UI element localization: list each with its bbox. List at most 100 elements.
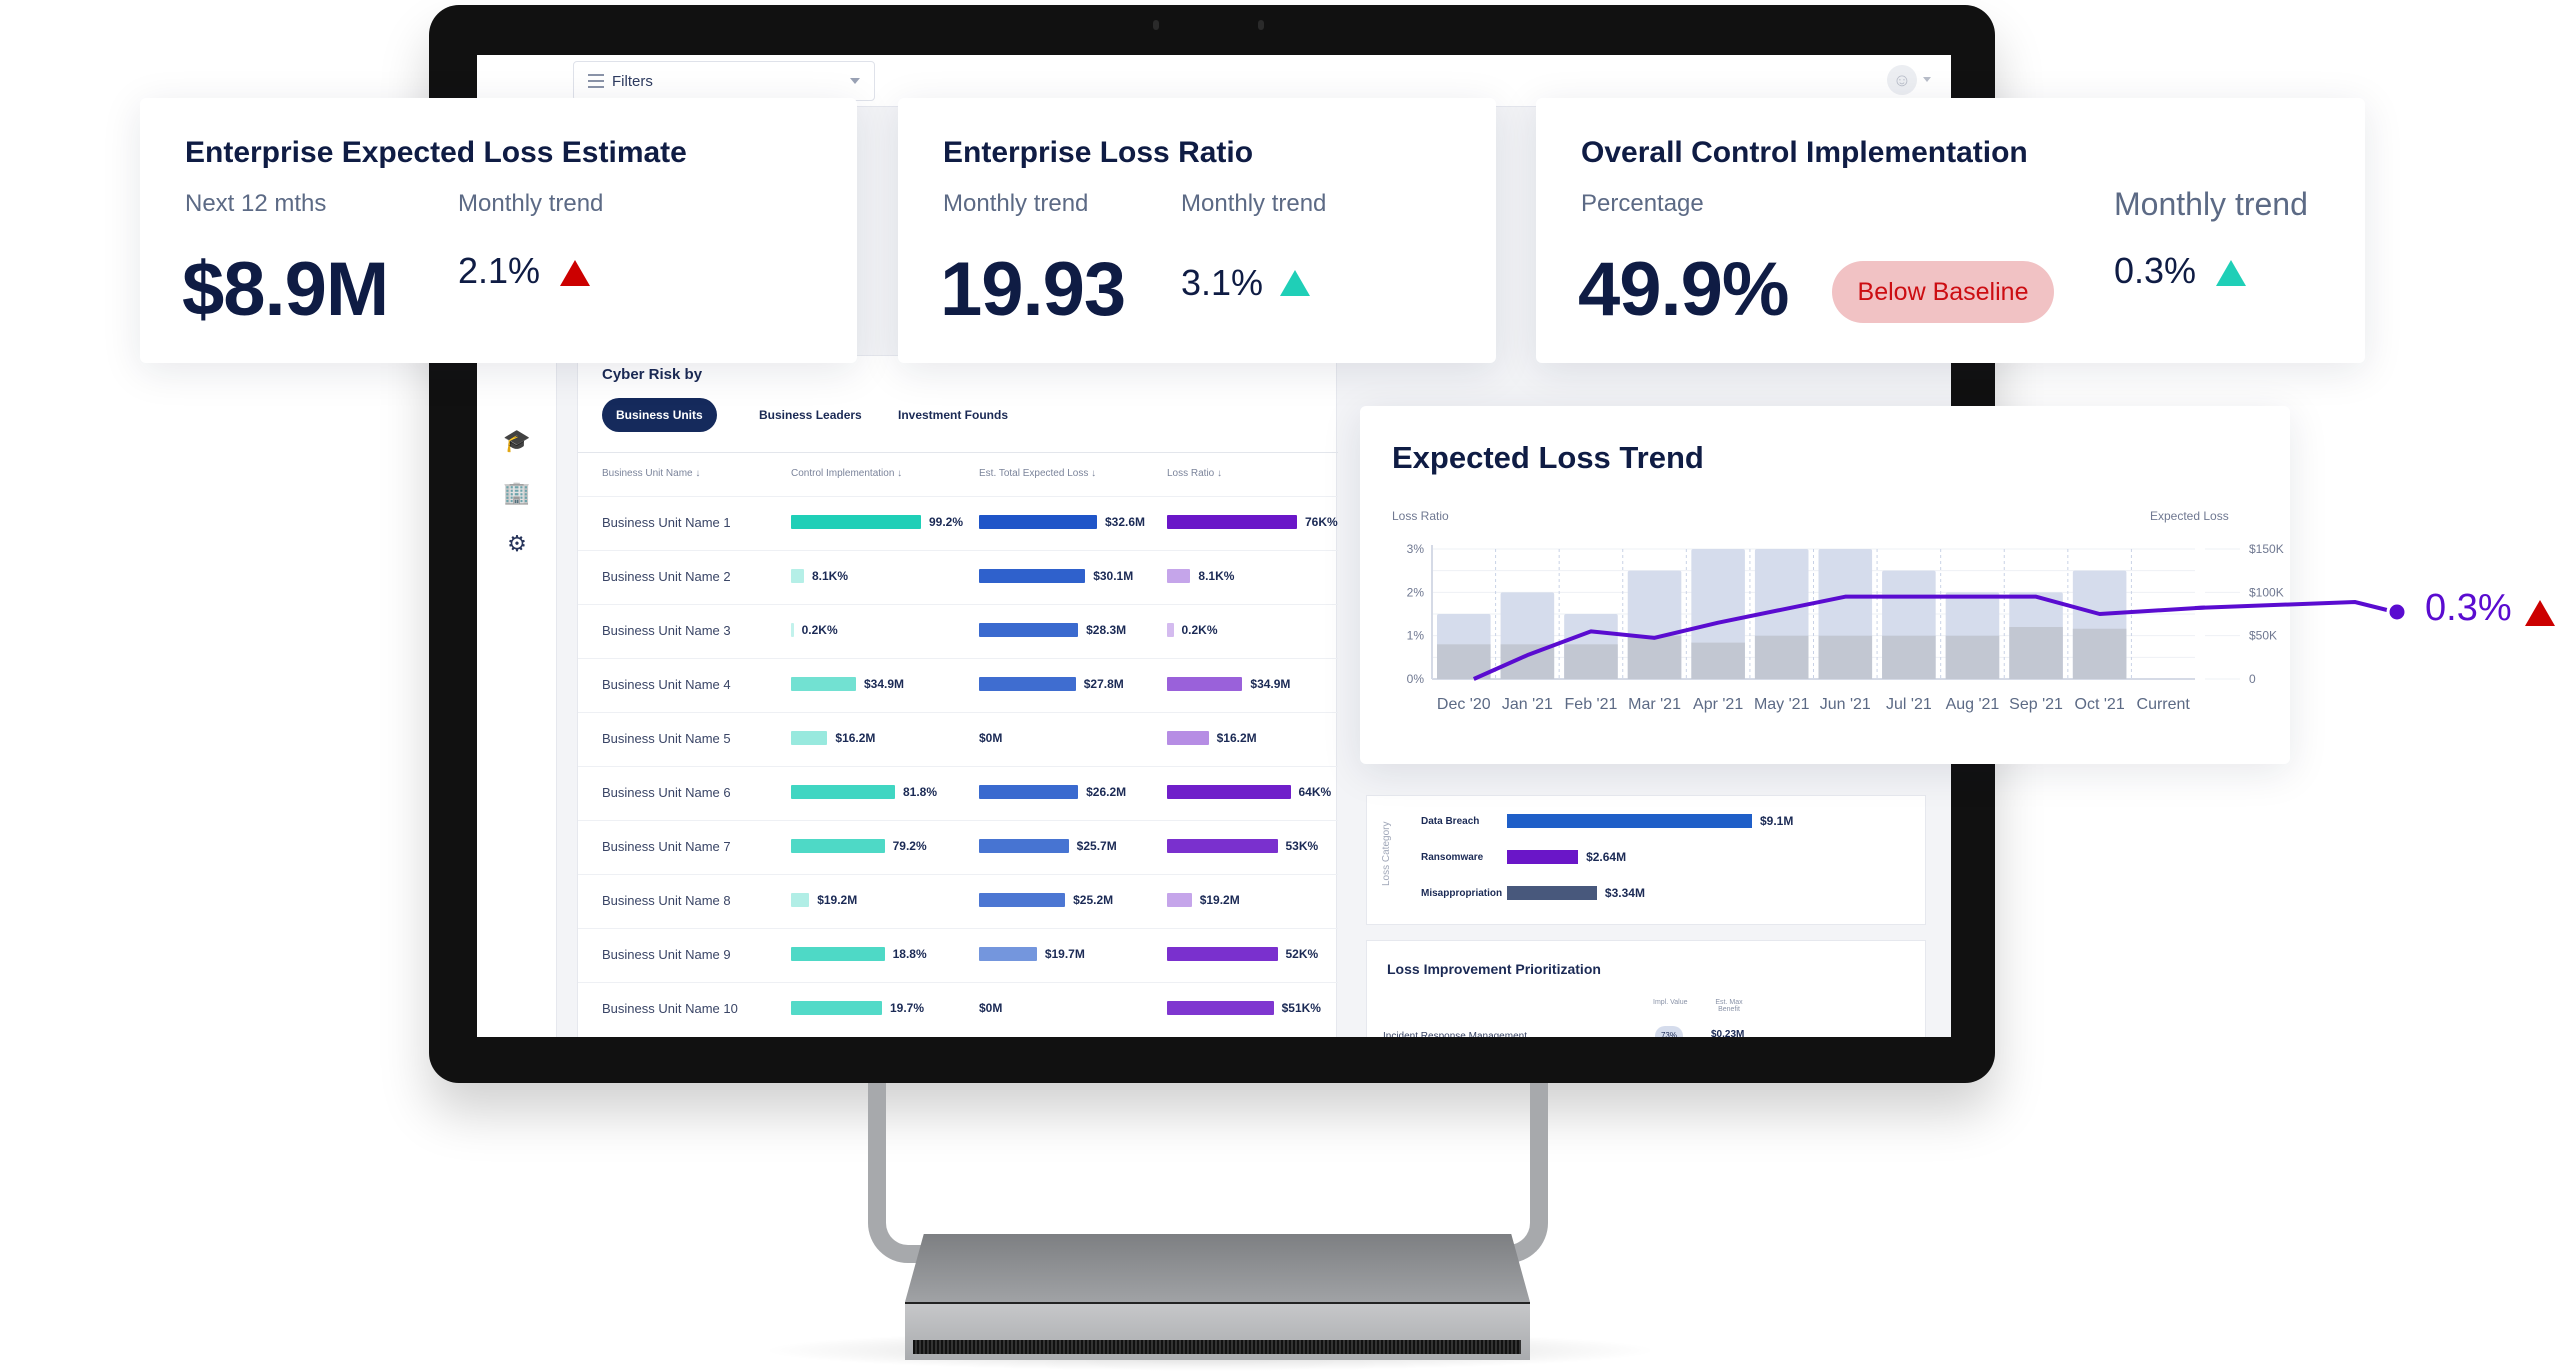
kpi-title: Enterprise Loss Ratio xyxy=(943,136,1254,169)
kpi-subtitle: Next 12 mths xyxy=(185,190,327,217)
loss-improvement-title: Loss Improvement Prioritization xyxy=(1387,961,1601,977)
y-tick-label: 2% xyxy=(1407,585,1425,599)
tab-business-units[interactable]: Business Units xyxy=(602,398,717,432)
loss-bar xyxy=(979,623,1079,637)
column-header-control-implementation[interactable]: Control Implementation ↓ xyxy=(791,468,902,479)
lip-row-name: Incident Response Management xyxy=(1383,1031,1527,1037)
ratio-bar xyxy=(1167,947,1278,961)
control-bar xyxy=(791,677,856,691)
user-settings-icon[interactable]: ⚙ xyxy=(503,530,531,558)
control-value: $34.9M xyxy=(864,677,905,691)
ratio-value: 52K% xyxy=(1285,947,1319,961)
column-header-loss-ratio[interactable]: Loss Ratio ↓ xyxy=(1167,468,1222,479)
loss-value: $0M xyxy=(979,731,1003,745)
loss-category-bar xyxy=(1507,814,1752,828)
expected-loss-base-bar xyxy=(1564,644,1618,679)
column-header-expected-loss[interactable]: Est. Total Expected Loss ↓ xyxy=(979,468,1096,479)
control-value: 19.7% xyxy=(890,1001,925,1015)
ratio-bar xyxy=(1167,1001,1274,1015)
expected-loss-base-bar xyxy=(1882,635,1936,679)
user-avatar[interactable]: ☺ xyxy=(1887,65,1917,95)
kpi-title: Enterprise Expected Loss Estimate xyxy=(185,136,687,169)
x-tick-label: Oct '21 xyxy=(2075,696,2125,713)
graduation-cap-icon[interactable]: 🎓 xyxy=(503,427,531,455)
x-tick-label: Jun '21 xyxy=(1820,696,1871,713)
table-row[interactable]: Business Unit Name 8 $19.2M $25.2M $19.2M xyxy=(578,874,1338,928)
control-value: 8.1K% xyxy=(812,569,849,583)
ratio-value: $34.9M xyxy=(1250,677,1291,691)
table-row[interactable]: Business Unit Name 7 79.2% $25.7M 53K% xyxy=(578,820,1338,874)
cyber-risk-panel: Cyber Risk by Business Units Business Le… xyxy=(577,355,1338,1037)
x-tick-label: Aug '21 xyxy=(1946,696,2000,713)
table-row[interactable]: Business Unit Name 2 8.1K% $30.1M 8.1K% xyxy=(578,550,1338,604)
loss-improvement-panel: Loss Improvement Prioritization Impl. Va… xyxy=(1366,940,1926,1037)
kpi-card-loss-ratio: Enterprise Loss Ratio Monthly trend Mont… xyxy=(898,98,1496,363)
loss-category-label: Misappropriation xyxy=(1421,888,1503,899)
trend-line-extension xyxy=(2194,599,2408,623)
table-row[interactable]: Business Unit Name 3 0.2K% $28.3M 0.2K% xyxy=(578,604,1338,658)
business-unit-name: Business Unit Name 6 xyxy=(602,785,731,800)
x-tick-label: Mar '21 xyxy=(1628,696,1681,713)
avatar-chevron-down-icon[interactable] xyxy=(1923,77,1931,82)
loss-bar xyxy=(979,839,1069,853)
table-row[interactable]: Business Unit Name 1 99.2% $32.6M 76K% xyxy=(578,496,1338,550)
business-unit-name: Business Unit Name 8 xyxy=(602,893,731,908)
current-value-dot xyxy=(2386,601,2408,623)
cyber-risk-title: Cyber Risk by xyxy=(602,366,703,383)
column-header-business-unit-name[interactable]: Business Unit Name ↓ xyxy=(602,468,700,479)
trend-up-teal-icon xyxy=(2216,260,2246,286)
y-tick-label: 1% xyxy=(1407,629,1425,643)
loss-bar xyxy=(979,893,1066,907)
loss-value: $25.7M xyxy=(1076,839,1117,853)
business-unit-name: Business Unit Name 7 xyxy=(602,839,731,854)
est-max-benefit-header: Est. Max Benefit xyxy=(1715,999,1743,1013)
below-baseline-badge: Below Baseline xyxy=(1832,261,2054,323)
x-tick-label: Sep '21 xyxy=(2009,696,2063,713)
control-bar xyxy=(791,947,885,961)
ratio-bar xyxy=(1167,569,1191,583)
expected-loss-base-bar xyxy=(2009,627,2063,679)
ratio-value: 0.2K% xyxy=(1181,623,1218,637)
control-value: 99.2% xyxy=(929,515,964,529)
control-value: $16.2M xyxy=(835,731,876,745)
table-row[interactable]: Business Unit Name 10 19.7% $0M $51K% xyxy=(578,982,1338,1036)
tab-business-leaders[interactable]: Business Leaders xyxy=(759,398,862,432)
table-row[interactable]: Business Unit Name 9 18.8% $19.7M 52K% xyxy=(578,928,1338,982)
kpi-trend-value: 3.1% xyxy=(1181,262,1264,303)
filter-sliders-icon xyxy=(588,74,604,88)
table-row[interactable]: Business Unit Name 6 81.8% $26.2M 64K% xyxy=(578,766,1338,820)
expected-loss-base-bar xyxy=(1945,635,2000,679)
y-tick-label: 0% xyxy=(1407,672,1425,686)
filters-dropdown[interactable]: Filters xyxy=(573,61,875,101)
kpi-title: Overall Control Implementation xyxy=(1581,136,2028,169)
control-value: $19.2M xyxy=(817,893,858,907)
control-value: 0.2K% xyxy=(801,623,838,637)
camera-dot xyxy=(1258,20,1264,30)
ratio-bar xyxy=(1167,893,1192,907)
trend-up-red-icon xyxy=(560,260,590,286)
expected-loss-base-bar xyxy=(1754,635,1809,679)
chevron-down-icon xyxy=(850,78,860,84)
y2-tick-label: $150K xyxy=(2249,542,2284,556)
loss-value: $19.7M xyxy=(1044,947,1085,961)
business-unit-name: Business Unit Name 10 xyxy=(602,1001,738,1016)
trend-up-teal-icon xyxy=(1280,270,1310,296)
loss-category-panel: Loss Category Data Breach $9.1M Ransomware… xyxy=(1366,795,1926,925)
x-tick-label: Current xyxy=(2137,696,2191,713)
building-icon[interactable]: 🏢 xyxy=(503,479,531,507)
business-unit-name: Business Unit Name 3 xyxy=(602,623,731,638)
table-row[interactable]: Business Unit Name 4 $34.9M $27.8M $34.9M xyxy=(578,658,1338,712)
x-tick-label: May '21 xyxy=(1754,696,1810,713)
business-unit-name: Business Unit Name 1 xyxy=(602,515,731,530)
loss-value: $30.1M xyxy=(1093,569,1134,583)
business-unit-name: Business Unit Name 9 xyxy=(602,947,731,962)
ratio-bar xyxy=(1167,623,1174,637)
loss-bar xyxy=(979,947,1037,961)
ratio-value: $16.2M xyxy=(1216,731,1257,745)
kpi-trend-value: 0.3% xyxy=(2114,250,2197,291)
ratio-value: 8.1K% xyxy=(1198,569,1235,583)
loss-value: $32.6M xyxy=(1105,515,1146,529)
tab-investment-founds[interactable]: Investment Founds xyxy=(898,398,1008,432)
loss-bar xyxy=(979,569,1086,583)
table-row[interactable]: Business Unit Name 5 $16.2M $0M $16.2M xyxy=(578,712,1338,766)
